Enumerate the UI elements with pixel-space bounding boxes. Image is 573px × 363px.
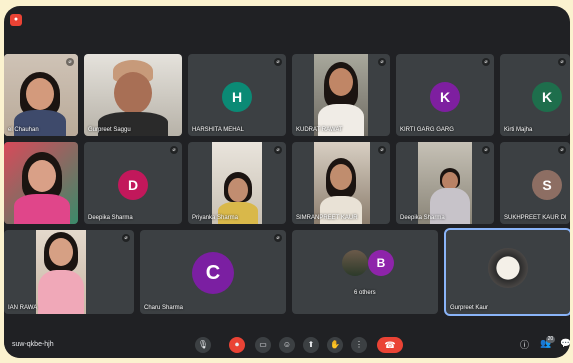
participant-name: HARSHITA MEHAL (192, 127, 244, 133)
participant-tile[interactable]: ⌀ SIMRANPREET KAUR (292, 142, 390, 224)
participant-tile[interactable]: Gurpreet Saggu (84, 54, 182, 136)
participant-name: 6 others (354, 290, 376, 296)
participant-tile-group[interactable]: B 6 others (292, 230, 438, 314)
mic-off-icon: ⌀ (274, 234, 282, 242)
participant-avatar: S (532, 170, 562, 200)
participant-tile[interactable]: ⌀ Priyanka Sharma (188, 142, 286, 224)
microphone-button[interactable]: 🎙 (195, 337, 211, 353)
participant-avatar: C (192, 252, 234, 294)
mic-off-icon: ⌀ (378, 58, 386, 66)
raise-hand-button[interactable]: ✋ (327, 337, 343, 353)
recording-icon: ● (10, 14, 22, 26)
present-button[interactable]: ⬆ (303, 337, 319, 353)
mic-off-icon: ⌀ (66, 58, 74, 66)
mic-off-icon: ⌀ (482, 146, 490, 154)
participant-tile[interactable]: K ⌀ KIRTI GARG GARG (396, 54, 494, 136)
participant-avatar: K (430, 82, 460, 112)
participant-tile[interactable]: ⌀ el Chauhan (4, 54, 78, 136)
people-icon[interactable]: 👥 20 (540, 336, 556, 349)
more-options-button[interactable]: ⋮ (351, 337, 367, 353)
participant-tile[interactable]: H ⌀ HARSHITA MEHAL (188, 54, 286, 136)
participant-avatar: K (532, 82, 562, 112)
mic-off-icon: ⌀ (558, 58, 566, 66)
participant-name: Priyanka Sharma (192, 215, 239, 221)
participant-tile[interactable]: D ⌀ Deepika Sharma (84, 142, 182, 224)
mic-off-icon: ⌀ (274, 146, 282, 154)
participant-name: IAN RAWA (8, 305, 38, 311)
meet-window: ● ⌀ el Chauhan Gurpreet Saggu H ⌀ HARSHI… (4, 6, 570, 358)
participant-tile[interactable]: ⌀ Deepika Sharma (396, 142, 494, 224)
participant-tile[interactable]: C ⌀ Charu Sharma (140, 230, 286, 314)
mic-off-icon: ⌀ (170, 146, 178, 154)
participant-name: Charu Sharma (144, 305, 184, 311)
mic-off-icon: ⌀ (378, 146, 386, 154)
participant-name: Deepika Sharma (400, 215, 445, 221)
participant-avatar: D (118, 170, 148, 200)
participant-name: Gurpreet Kaur (450, 305, 489, 311)
info-icon[interactable]: ⓘ (520, 338, 529, 351)
mic-off-icon: ⌀ (482, 58, 490, 66)
participant-avatar: B (368, 250, 394, 276)
participant-name: SUKHPREET KAUR DI (504, 215, 567, 221)
people-count-badge: 20 (545, 336, 556, 343)
participant-avatar-image (488, 248, 528, 288)
participant-tile[interactable]: S ⌀ SUKHPREET KAUR DI (500, 142, 570, 224)
meeting-toolbar: suw-qkbe-hjh 🎙 ⏺ ▭ ☺ ⬆ ✋ ⋮ ☎ ⓘ 👥 20 💬 (4, 332, 570, 358)
participant-tile[interactable]: ⌀ IAN RAWA (4, 230, 134, 314)
mic-off-icon: ⌀ (122, 234, 130, 242)
participant-tile[interactable]: K ⌀ Kirti Majha (500, 54, 570, 136)
mic-off-icon: ⌀ (558, 146, 566, 154)
chat-icon[interactable]: 💬 (560, 338, 570, 349)
end-call-button[interactable]: ☎ (377, 337, 403, 353)
participant-tile[interactable]: ⌀ KUDRAT RAWAT (292, 54, 390, 136)
participant-name: el Chauhan (8, 127, 39, 133)
emoji-button[interactable]: ☺ (279, 337, 295, 353)
participant-name: Deepika Sharma (88, 215, 133, 221)
participant-tile-speaking[interactable]: Gurpreet Kaur (444, 228, 570, 316)
participant-name: KUDRAT RAWAT (296, 127, 343, 133)
meeting-code: suw-qkbe-hjh (12, 341, 54, 348)
participant-name: SIMRANPREET KAUR (296, 215, 358, 221)
participant-name: Gurpreet Saggu (88, 127, 131, 133)
captions-button[interactable]: ▭ (255, 337, 271, 353)
participant-tile[interactable] (4, 142, 78, 224)
participant-name: Kirti Majha (504, 127, 533, 133)
participant-name: KIRTI GARG GARG (400, 127, 454, 133)
mic-off-icon: ⌀ (274, 58, 282, 66)
camera-off-button[interactable]: ⏺ (229, 337, 245, 353)
participant-avatar: H (222, 82, 252, 112)
group-photo-avatar (342, 250, 368, 276)
